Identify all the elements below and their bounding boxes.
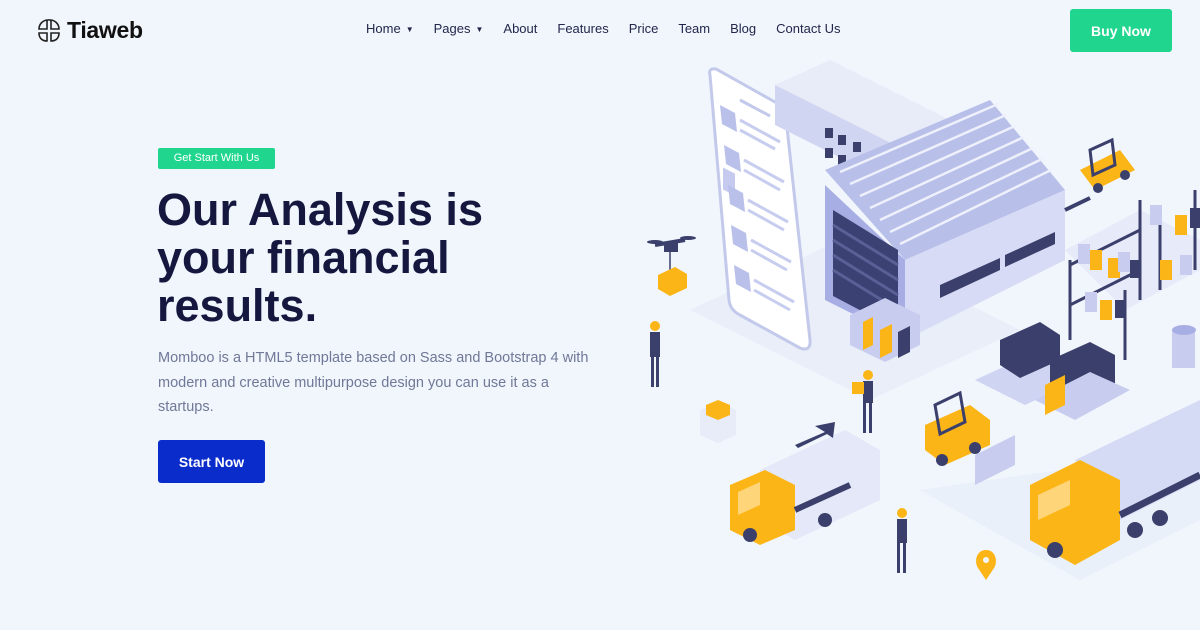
nav-item-about[interactable]: About bbox=[503, 21, 537, 36]
shelving-rack bbox=[1065, 190, 1200, 368]
nav-item-contact[interactable]: Contact Us bbox=[776, 21, 840, 36]
nav-item-label: Contact Us bbox=[776, 21, 841, 36]
drone-illustration bbox=[647, 236, 696, 296]
location-pin-icon bbox=[976, 550, 996, 580]
start-now-button[interactable]: Start Now bbox=[158, 440, 265, 483]
hero-description: Momboo is a HTML5 template based on Sass… bbox=[158, 350, 589, 415]
nav-item-price[interactable]: Price bbox=[629, 21, 659, 36]
brand-name: Tiaweb bbox=[67, 17, 143, 43]
nav-item-label: Home bbox=[366, 21, 401, 36]
brand-logo[interactable]: Tiaweb bbox=[37, 17, 143, 44]
nav-item-home[interactable]: Home ▼ bbox=[366, 21, 414, 36]
hero-title: Our Analysis is your financial results. bbox=[157, 184, 483, 331]
nav-item-blog[interactable]: Blog bbox=[730, 21, 756, 36]
hero-badge: Get Start With Us bbox=[158, 148, 275, 169]
nav-item-features[interactable]: Features bbox=[557, 21, 608, 36]
delivery-truck-right bbox=[1030, 400, 1200, 565]
nav-item-team[interactable]: Team bbox=[678, 21, 710, 36]
nav-item-label: Features bbox=[557, 21, 609, 36]
nav-item-pages[interactable]: Pages ▼ bbox=[434, 21, 484, 36]
delivery-truck-left bbox=[730, 422, 880, 545]
package-box bbox=[700, 400, 736, 443]
forklift-center bbox=[925, 390, 1015, 485]
four-petal-logo-icon bbox=[38, 18, 60, 42]
nav-item-label: About bbox=[503, 21, 538, 36]
main-nav: Home ▼ Pages ▼ About Features Price Team… bbox=[366, 21, 860, 36]
site-header: Tiaweb Home ▼ Pages ▼ About Features Pri… bbox=[0, 0, 1200, 62]
buy-now-button[interactable]: Buy Now bbox=[1070, 9, 1172, 52]
nav-item-label: Price bbox=[628, 21, 659, 36]
nav-item-label: Team bbox=[678, 21, 711, 36]
forklift-small bbox=[1064, 137, 1135, 212]
nav-item-label: Pages bbox=[433, 21, 471, 36]
nav-item-label: Blog bbox=[730, 21, 757, 36]
chevron-down-icon: ▼ bbox=[475, 25, 484, 34]
logistics-illustration bbox=[647, 60, 1200, 580]
chevron-down-icon: ▼ bbox=[405, 25, 414, 34]
